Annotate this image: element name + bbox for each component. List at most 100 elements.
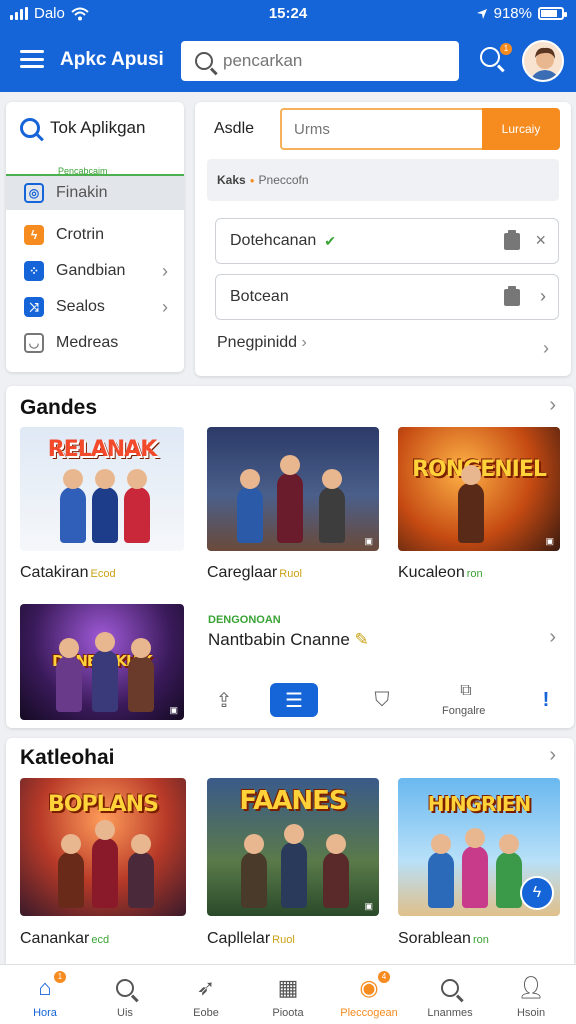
grid-icon: ▦ — [277, 975, 299, 1000]
nav-label: Hsoin — [516, 1007, 546, 1019]
battery-icon — [538, 7, 567, 20]
close-icon[interactable]: × — [535, 230, 546, 251]
nav-item-home[interactable]: ⌂ 1 Hora — [4, 965, 86, 1024]
action-toolbar: ⇪ ☰ ⛉ ⧉ Fongalre ! — [196, 679, 566, 721]
chip-dot-icon: ● — [249, 175, 255, 185]
game-title[interactable]: Careglaar Ruol — [207, 564, 302, 582]
notification-badge: 4 — [378, 971, 390, 983]
search-bar[interactable] — [181, 41, 459, 81]
chevron-right-icon: › — [162, 260, 168, 281]
nav-label: Lnanmes — [427, 1007, 473, 1019]
app-bar: Apkc Apusi 1 — [0, 30, 576, 92]
game-title[interactable]: Sorablean ron — [398, 930, 489, 948]
filter-summary[interactable]: Kaks ● Pneccofn — [207, 159, 559, 201]
game-subtitle: ron — [466, 568, 483, 580]
toolbar-label: Fongalre — [442, 705, 486, 717]
status-right: 918% — [476, 5, 567, 22]
check-icon: ✔ — [324, 232, 337, 249]
shield-icon[interactable]: ⛉ — [358, 683, 406, 717]
nav-item-profile[interactable]: 👤︎ Hsoin — [490, 965, 572, 1024]
person-icon: 👤︎ — [517, 975, 545, 1000]
filter-panel: Asdle Lurcaiy Kaks ● Pneccofn Dotehcanan… — [195, 102, 571, 376]
game-title[interactable]: Catakiran Ecod — [20, 564, 116, 582]
game-banner-text: BOPLANS — [48, 792, 159, 817]
chevron-right-icon[interactable]: › — [543, 338, 549, 359]
filter-option-row[interactable]: Botcean › — [215, 274, 559, 320]
filter-submit-button[interactable]: Lurcaiy — [482, 108, 560, 150]
nav-label: Hora — [33, 1007, 57, 1019]
avatar[interactable] — [522, 40, 564, 82]
app-title: Apkc Apusi — [60, 49, 164, 70]
filter-input[interactable] — [280, 108, 484, 150]
chevron-right-icon[interactable]: › — [549, 626, 556, 649]
sidebar-title: Tok Aplikgan — [50, 118, 146, 137]
location-icon — [476, 8, 487, 19]
filter-option-row[interactable]: Dotehcanan ✔ × — [215, 218, 559, 264]
nav-item-rocket[interactable]: ➶ Eobe — [165, 965, 247, 1024]
chevron-right-icon[interactable]: › — [540, 286, 546, 307]
menu-icon[interactable] — [20, 50, 44, 68]
game-banner-text: RELANAK — [47, 437, 158, 462]
game-subtitle: Ruol — [272, 934, 295, 946]
badge-icon: ▣ — [545, 536, 554, 546]
sidebar-item-label: Sealos — [56, 298, 105, 315]
nav-item-search[interactable]: Uis — [84, 965, 166, 1024]
nav-label: Eobe — [193, 1007, 219, 1019]
nav-item-grid[interactable]: ▦ Pioota — [247, 965, 329, 1024]
game-title[interactable]: Canankar ecd — [20, 930, 109, 948]
clipboard-icon[interactable] — [504, 286, 520, 306]
chevron-right-icon[interactable]: › — [549, 744, 556, 767]
share-icon: ⤨ — [24, 297, 44, 317]
sidebar-item-finakin[interactable]: ◎ Finakin — [6, 174, 184, 210]
grid-icon: ⁘ — [24, 261, 44, 281]
game-title-text: Capllelar — [207, 930, 271, 947]
search-icon — [480, 47, 500, 67]
sidebar-item-label: Gandbian — [56, 262, 126, 279]
sidebar-item-gandbian[interactable]: ⁘ Gandbian › — [6, 253, 184, 289]
sidebar-item-medreas[interactable]: ◡ Medreas — [6, 325, 184, 361]
rocket-icon: ➶ — [196, 975, 216, 1000]
sidebar-item-label: Crotrin — [56, 226, 105, 243]
game-title[interactable]: Capllelar Ruol — [207, 930, 295, 948]
game-thumbnail[interactable]: RONGENIEL ▣ — [398, 427, 560, 551]
sidebar-item-sealos[interactable]: ⤨ Sealos › — [6, 289, 184, 325]
share-icon[interactable]: ⇪ — [200, 683, 248, 717]
nav-item-games[interactable]: ◉ 4 Pleccogean — [328, 965, 410, 1024]
game-thumbnail[interactable]: RELANAK — [20, 427, 184, 551]
game-thumbnail[interactable]: ▣ — [207, 427, 379, 551]
list-icon[interactable]: ☰ — [270, 683, 318, 717]
section-title: Katleohai — [20, 746, 115, 769]
sidebar-item-crotrin[interactable]: ϟ Crotrin — [6, 217, 184, 253]
more-link[interactable]: Pnegpinidd › — [217, 334, 307, 352]
game-thumbnail[interactable]: BOPLANS — [20, 778, 186, 916]
battery-percent: 918% — [493, 5, 532, 22]
game-banner-text: HINGRIEN — [427, 792, 532, 816]
game-thumbnail[interactable]: HINGRIEN ϟ — [398, 778, 560, 916]
edit-icon[interactable]: ⧉ — [442, 679, 490, 703]
chevron-right-icon[interactable]: › — [549, 394, 556, 417]
search-input[interactable] — [223, 51, 423, 71]
game-banner-text: FAANES — [239, 786, 347, 816]
info-icon[interactable]: ! — [522, 683, 570, 717]
sidebar-header: Tok Aplikgan — [20, 118, 145, 138]
filter-option-label: Botcean — [230, 288, 289, 305]
clipboard-icon[interactable] — [504, 230, 520, 250]
category-section: Katleohai › BOPLANS Canankar ecd FAANES ▣… — [6, 738, 574, 964]
search-icon — [195, 52, 213, 70]
notification-badge: 1 — [54, 971, 66, 983]
search-button[interactable]: 1 — [480, 43, 512, 73]
sparkle-icon: ✎ — [354, 630, 369, 649]
search-icon — [111, 974, 139, 1002]
bolt-icon: ϟ — [24, 225, 44, 245]
feature-title[interactable]: Nantbabin Cnanne ✎ — [208, 630, 369, 650]
game-subtitle: Ecod — [90, 568, 116, 580]
messenger-icon[interactable]: ϟ — [520, 876, 554, 910]
game-subtitle: ecd — [91, 934, 110, 946]
game-title-text: Careglaar — [207, 564, 278, 581]
game-thumbnail[interactable]: FAANES ▣ — [207, 778, 379, 916]
sidebar-item-label: Medreas — [56, 334, 119, 351]
chat-icon: ◡ — [24, 333, 44, 353]
nav-item-find-people[interactable]: Lnanmes — [409, 965, 491, 1024]
game-title[interactable]: Kucaleon ron — [398, 564, 483, 582]
game-thumbnail[interactable]: DONEECKIAK ▣ — [20, 604, 184, 720]
